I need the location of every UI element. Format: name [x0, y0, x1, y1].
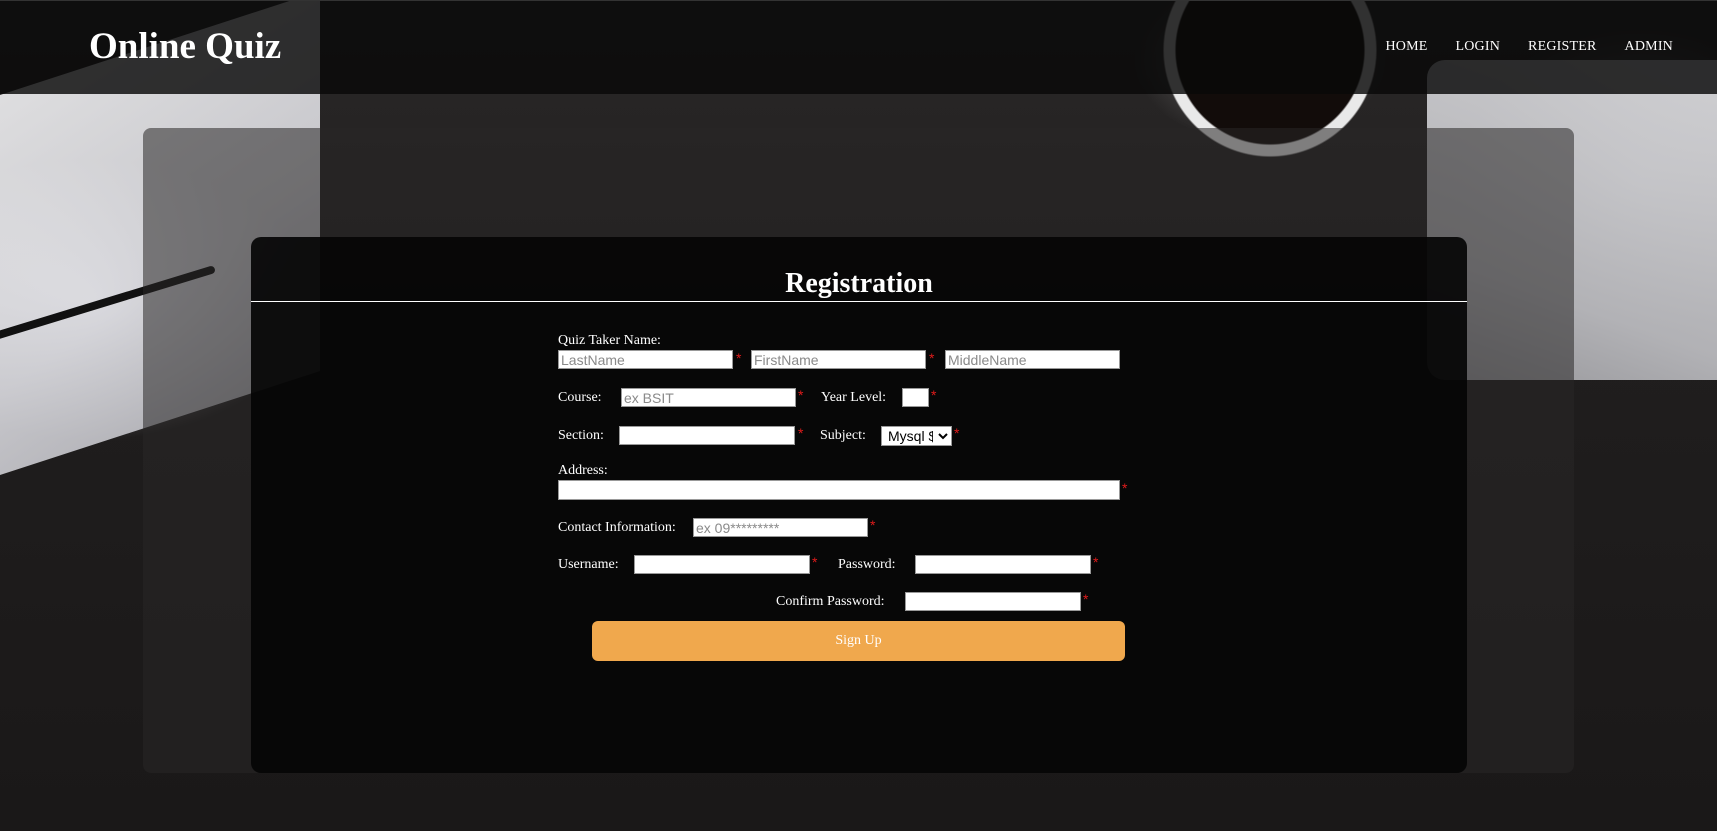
- title-divider: [251, 301, 1467, 302]
- username-label: Username:: [558, 557, 619, 572]
- nav-login[interactable]: LOGIN: [1456, 39, 1501, 55]
- top-navbar: Online Quiz HOME LOGIN REGISTER ADMIN: [0, 0, 1717, 94]
- password-label: Password:: [838, 557, 896, 572]
- course-label: Course:: [558, 390, 602, 405]
- required-mark: *: [798, 425, 804, 441]
- contact-input[interactable]: [693, 518, 868, 537]
- required-mark: *: [812, 554, 818, 570]
- required-mark: *: [736, 350, 742, 366]
- nav-home[interactable]: HOME: [1385, 39, 1427, 55]
- middlename-input[interactable]: [945, 350, 1120, 369]
- subject-label: Subject:: [820, 428, 866, 443]
- name-label: Quiz Taker Name:: [558, 333, 661, 348]
- contact-label: Contact Information:: [558, 520, 676, 535]
- year-level-label: Year Level:: [821, 390, 887, 405]
- confirm-password-label: Confirm Password:: [776, 594, 885, 609]
- subject-select[interactable]: Mysql $: [881, 426, 952, 446]
- lastname-input[interactable]: [558, 350, 733, 369]
- page-title: Registration: [785, 268, 933, 299]
- username-input[interactable]: [634, 555, 810, 574]
- address-label: Address:: [558, 463, 608, 478]
- main-nav: HOME LOGIN REGISTER ADMIN: [1385, 39, 1673, 55]
- nav-register[interactable]: REGISTER: [1528, 39, 1597, 55]
- required-mark: *: [931, 387, 937, 403]
- required-mark: *: [1122, 480, 1128, 496]
- required-mark: *: [954, 425, 960, 441]
- required-mark: *: [798, 387, 804, 403]
- section-input[interactable]: [619, 426, 795, 445]
- required-mark: *: [1083, 591, 1089, 607]
- course-input[interactable]: [621, 388, 796, 407]
- section-label: Section:: [558, 428, 604, 443]
- nav-admin[interactable]: ADMIN: [1625, 39, 1673, 55]
- required-mark: *: [929, 350, 935, 366]
- registration-panel: Registration Quiz Taker Name: * * Course…: [251, 237, 1467, 773]
- required-mark: *: [1093, 554, 1099, 570]
- required-mark: *: [870, 517, 876, 533]
- year-level-input[interactable]: [902, 388, 929, 407]
- password-input[interactable]: [915, 555, 1091, 574]
- sign-up-button[interactable]: Sign Up: [592, 621, 1125, 661]
- firstname-input[interactable]: [751, 350, 926, 369]
- brand-logo[interactable]: Online Quiz: [89, 25, 281, 68]
- address-input[interactable]: [558, 480, 1120, 500]
- confirm-password-input[interactable]: [905, 592, 1081, 611]
